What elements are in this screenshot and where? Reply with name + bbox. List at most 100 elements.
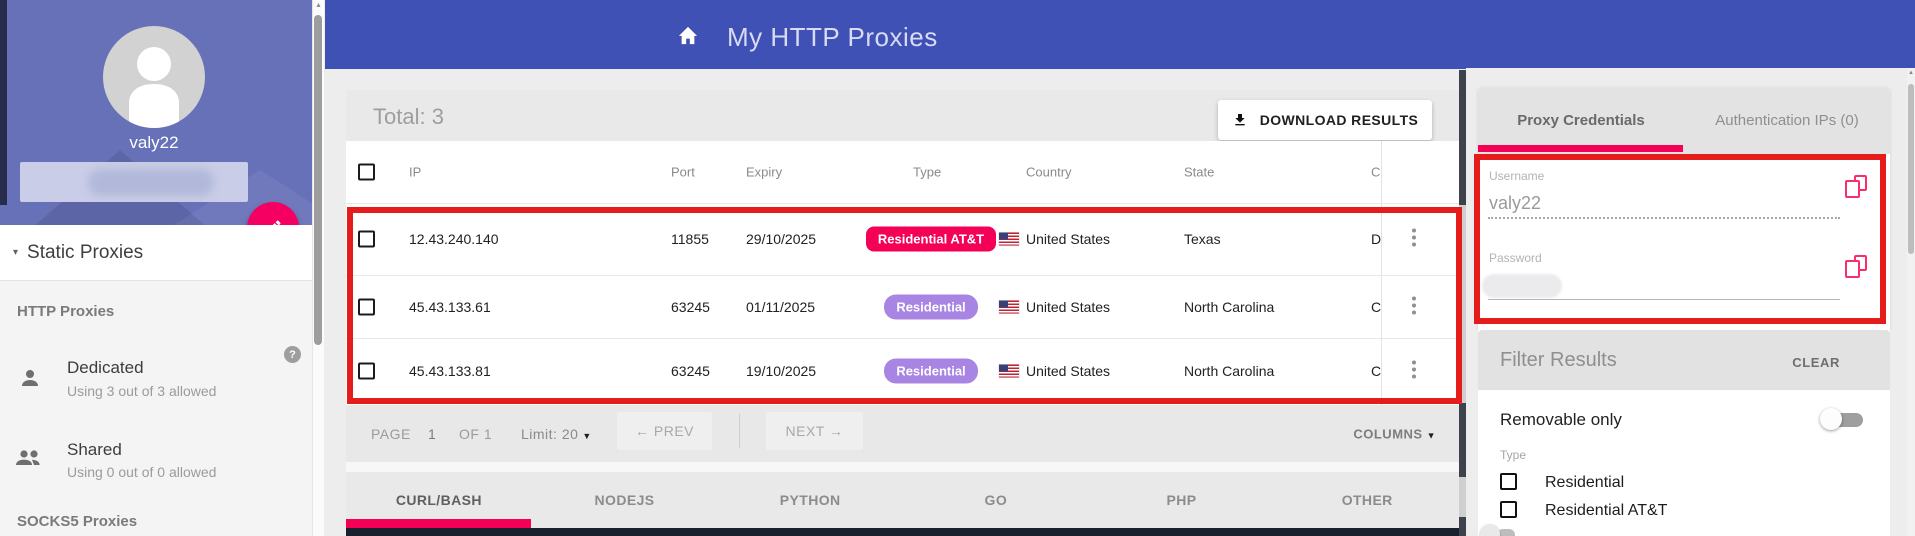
us-flag-icon [999,300,1019,313]
residential-att-option-label: Residential AT&T [1545,502,1668,519]
prev-page-button[interactable]: ← PREV [617,412,712,450]
type-badge: Residential AT&T [865,226,997,252]
table-row[interactable]: 12.43.240.140 11855 29/10/2025 Residenti… [346,203,1460,275]
cell-city: D [1371,231,1382,247]
download-results-button[interactable]: DOWNLOAD RESULTS [1218,100,1432,140]
copy-password-icon[interactable] [1845,255,1871,283]
sidebar-group-static-proxies[interactable]: ▾ Static Proxies [0,225,312,280]
table-row[interactable]: 45.43.133.81 63245 19/10/2025 Residentia… [346,338,1460,403]
page-scrollbar-thumb[interactable] [1908,84,1914,254]
cell-ip: 12.43.240.140 [409,231,499,247]
row-checkbox[interactable] [358,298,375,315]
proxy-table: IP Port Expiry Type Country State C 12.4… [346,141,1460,405]
cell-ip: 45.43.133.81 [409,362,491,379]
cell-city: C [1371,298,1382,315]
col-header-city[interactable]: C [1371,165,1382,180]
page-title: My HTTP Proxies [727,22,938,52]
tab-go[interactable]: GO [903,472,1089,528]
filter-card: Filter Results CLEAR Removable only Type… [1478,330,1890,536]
limit-dropdown[interactable]: Limit: 20 ▼ [521,426,592,442]
blur-redaction [88,169,214,196]
shared-usage: Using 0 out of 0 allowed [67,464,217,480]
code-snippet-area [346,528,1460,536]
username-underline [1488,217,1840,219]
sidebar-dark-edge [0,0,7,205]
select-all-checkbox[interactable] [358,163,375,181]
cell-ip: 45.43.133.61 [409,298,491,315]
credentials-tabs: Proxy Credentials Authentication IPs (0) [1478,87,1890,154]
caret-down-icon: ▼ [582,430,592,441]
person-icon [18,366,42,395]
avatar [103,26,205,128]
total-count-label: Total: 3 [373,104,444,129]
row-checkbox[interactable] [358,230,375,248]
download-icon [1235,114,1245,126]
cell-country: United States [1026,231,1111,247]
sidebar-item-shared[interactable]: Shared [67,440,122,460]
table-row[interactable]: 45.43.133.61 63245 01/11/2025 Residentia… [346,275,1460,338]
filter-header: Filter Results CLEAR [1478,330,1890,390]
divider [0,280,312,281]
col-header-state[interactable]: State [1184,165,1214,180]
help-icon[interactable]: ? [284,346,301,363]
row-checkbox[interactable] [358,362,375,379]
password-label: Password [1489,251,1542,265]
sidebar-profile-header: valy22 [0,0,312,225]
cell-port: 63245 [671,362,710,379]
cell-type: Residential [851,358,1011,383]
people-icon [14,446,46,475]
cell-type: Residential [851,294,1011,319]
type-badge: Residential [884,358,978,383]
col-header-port[interactable]: Port [671,165,695,180]
columns-dropdown[interactable]: COLUMNS ▼ [1353,426,1436,441]
tab-nodejs[interactable]: NODEJS [532,472,718,528]
pagination-bar: PAGE 1 OF 1 Limit: 20 ▼ ← PREV NEXT → COL… [346,405,1460,462]
col-header-expiry[interactable]: Expiry [746,165,782,180]
col-header-country[interactable]: Country [1026,165,1072,180]
filter-results-title: Filter Results [1500,349,1617,371]
tab-php[interactable]: PHP [1089,472,1275,528]
row-menu-icon[interactable] [1408,228,1420,250]
socks5-proxies-heading: SOCKS5 Proxies [17,513,138,530]
removable-only-toggle[interactable] [1820,407,1865,431]
residential-option-label: Residential [1545,474,1625,491]
cell-expiry: 01/11/2025 [746,298,816,315]
cell-state: Texas [1184,231,1221,247]
person-silhouette-icon [129,47,179,128]
us-flag-icon [999,364,1019,377]
main-scrollbar-thumb[interactable] [1459,517,1466,536]
main-scrollbar-thumb[interactable] [1459,403,1466,477]
blurred-user-info [20,162,248,202]
sidebar-item-dedicated[interactable]: Dedicated [67,358,144,378]
residential-checkbox[interactable] [1500,473,1517,490]
of-pages-label: OF 1 [459,425,493,442]
next-page-button[interactable]: NEXT → [766,412,863,450]
password-value-blurred[interactable] [1482,274,1562,298]
residential-att-checkbox[interactable] [1500,501,1517,518]
sidebar-scrollbar-thumb[interactable] [314,15,322,345]
tab-python[interactable]: PYTHON [717,472,903,528]
cell-port: 63245 [671,298,710,315]
clear-filters-button[interactable]: CLEAR [1792,355,1840,370]
scroll-up-arrow-icon[interactable]: ▲ [313,2,324,9]
row-menu-icon[interactable] [1408,296,1420,317]
username-value[interactable]: valy22 [1489,193,1541,214]
static-proxies-label: Static Proxies [27,241,144,263]
copy-username-icon[interactable] [1845,175,1871,203]
page-number: 1 [428,425,437,442]
tab-other[interactable]: OTHER [1274,472,1460,528]
sidebar: valy22 ▾ Static Proxies HTTP Proxies Ded… [0,0,312,536]
page-label: PAGE [371,425,411,442]
tab-proxy-credentials[interactable]: Proxy Credentials [1478,87,1684,154]
http-proxies-heading: HTTP Proxies [17,303,115,320]
tab-authentication-ips[interactable]: Authentication IPs (0) [1684,87,1890,154]
password-underline [1488,299,1840,300]
row-menu-icon[interactable] [1408,360,1420,381]
main-scrollbar-thumb[interactable] [1459,70,1466,205]
scroll-up-arrow-icon[interactable]: ▲ [1907,70,1915,76]
col-header-type[interactable]: Type [913,165,941,180]
home-icon[interactable] [677,25,699,45]
download-results-label: DOWNLOAD RESULTS [1259,112,1419,128]
cell-type: Residential AT&T [851,226,1011,252]
col-header-ip[interactable]: IP [409,165,421,180]
